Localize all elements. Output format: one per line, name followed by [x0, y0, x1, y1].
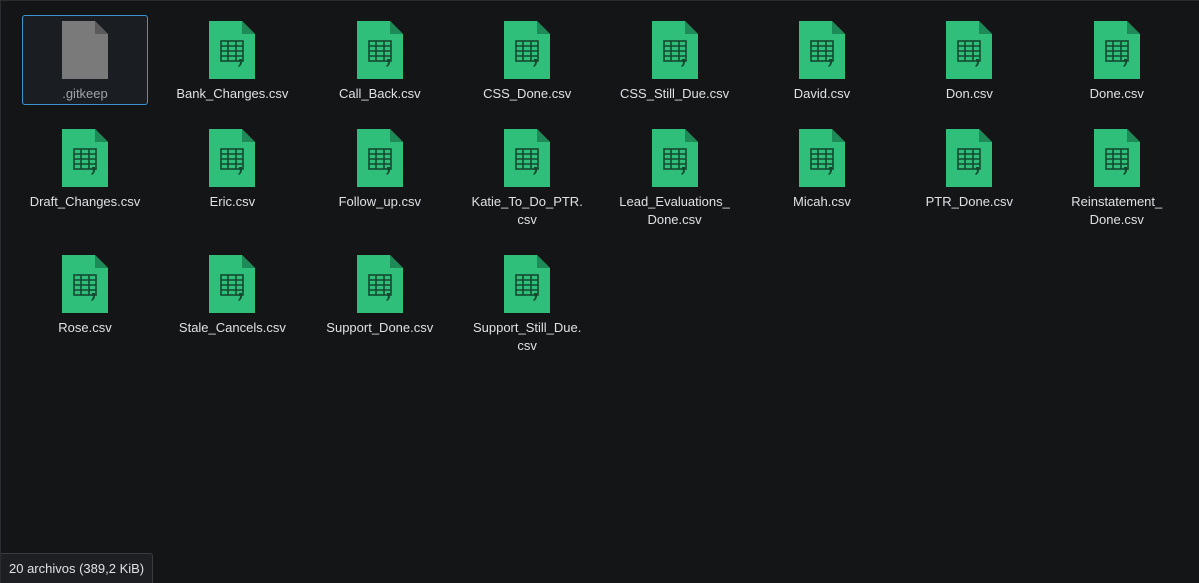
spreadsheet-file-icon [209, 21, 256, 79]
file-name: Eric.csv [209, 194, 256, 209]
file-manager-window: .gitkeep Bank_Changes.csv Call_Back.csv … [0, 0, 1199, 583]
spreadsheet-file-icon [1093, 129, 1140, 187]
file-item[interactable]: Micah.csv [759, 123, 885, 231]
file-item[interactable]: Bank_Changes.csv [169, 15, 295, 105]
spreadsheet-file-icon [356, 129, 403, 187]
spreadsheet-file-icon [798, 129, 845, 187]
spreadsheet-file-icon [1093, 21, 1140, 79]
file-name: Stale_Cancels.csv [178, 320, 286, 335]
file-name: Support_Done.csv [326, 320, 434, 335]
file-item[interactable]: Support_Still_Due. csv [464, 249, 590, 357]
file-name: .gitkeep [62, 86, 108, 101]
file-item[interactable]: CSS_Done.csv [464, 15, 590, 105]
file-name: Micah.csv [793, 194, 851, 209]
file-item[interactable]: Call_Back.csv [317, 15, 443, 105]
spreadsheet-file-icon [946, 129, 993, 187]
file-name: CSS_Still_Due.csv [620, 86, 730, 101]
file-name: Draft_Changes.csv [29, 194, 141, 209]
spreadsheet-file-icon [504, 129, 551, 187]
file-name: Bank_Changes.csv [176, 86, 289, 101]
file-item[interactable]: CSS_Still_Due.csv [612, 15, 738, 105]
spreadsheet-file-icon [62, 255, 108, 313]
file-item[interactable]: Lead_Evaluations_ Done.csv [612, 123, 738, 231]
file-name: Rose.csv [58, 320, 112, 335]
file-item[interactable]: Stale_Cancels.csv [169, 249, 295, 357]
spreadsheet-file-icon [651, 129, 698, 187]
file-item[interactable]: Follow_up.csv [317, 123, 443, 231]
spreadsheet-file-icon [62, 129, 108, 187]
file-item[interactable]: PTR_Done.csv [906, 123, 1032, 231]
file-name: Done.csv [1089, 86, 1144, 101]
file-name: Support_Still_Due. csv [472, 320, 582, 353]
spreadsheet-file-icon [356, 255, 403, 313]
generic-file-icon [62, 21, 108, 79]
file-item[interactable]: Reinstatement_ Done.csv [1054, 123, 1180, 231]
file-item[interactable]: Katie_To_Do_PTR. csv [464, 123, 590, 231]
file-name: David.csv [793, 86, 851, 101]
file-name: PTR_Done.csv [925, 194, 1014, 209]
spreadsheet-file-icon [209, 129, 256, 187]
file-name: CSS_Done.csv [483, 86, 572, 101]
spreadsheet-file-icon [798, 21, 845, 79]
file-grid: .gitkeep Bank_Changes.csv Call_Back.csv … [12, 15, 1191, 357]
spreadsheet-file-icon [504, 255, 551, 313]
file-item[interactable]: Don.csv [906, 15, 1032, 105]
file-item[interactable]: .gitkeep [22, 15, 148, 105]
file-item[interactable]: Draft_Changes.csv [22, 123, 148, 231]
spreadsheet-file-icon [356, 21, 403, 79]
file-name: Katie_To_Do_PTR. csv [471, 194, 583, 227]
spreadsheet-file-icon [209, 255, 256, 313]
spreadsheet-file-icon [651, 21, 698, 79]
file-item[interactable]: Support_Done.csv [317, 249, 443, 357]
file-item[interactable]: Rose.csv [22, 249, 148, 357]
spreadsheet-file-icon [504, 21, 551, 79]
file-item[interactable]: Done.csv [1054, 15, 1180, 105]
file-name: Reinstatement_ Done.csv [1071, 194, 1163, 227]
file-name: Follow_up.csv [338, 194, 421, 209]
status-bar: 20 archivos (389,2 KiB) [1, 553, 154, 583]
spreadsheet-file-icon [946, 21, 993, 79]
file-name: Lead_Evaluations_ Done.csv [619, 194, 730, 227]
file-item[interactable]: Eric.csv [169, 123, 295, 231]
file-name: Don.csv [945, 86, 993, 101]
file-name: Call_Back.csv [338, 86, 421, 101]
file-item[interactable]: David.csv [759, 15, 885, 105]
status-summary: 20 archivos (389,2 KiB) [9, 561, 145, 576]
